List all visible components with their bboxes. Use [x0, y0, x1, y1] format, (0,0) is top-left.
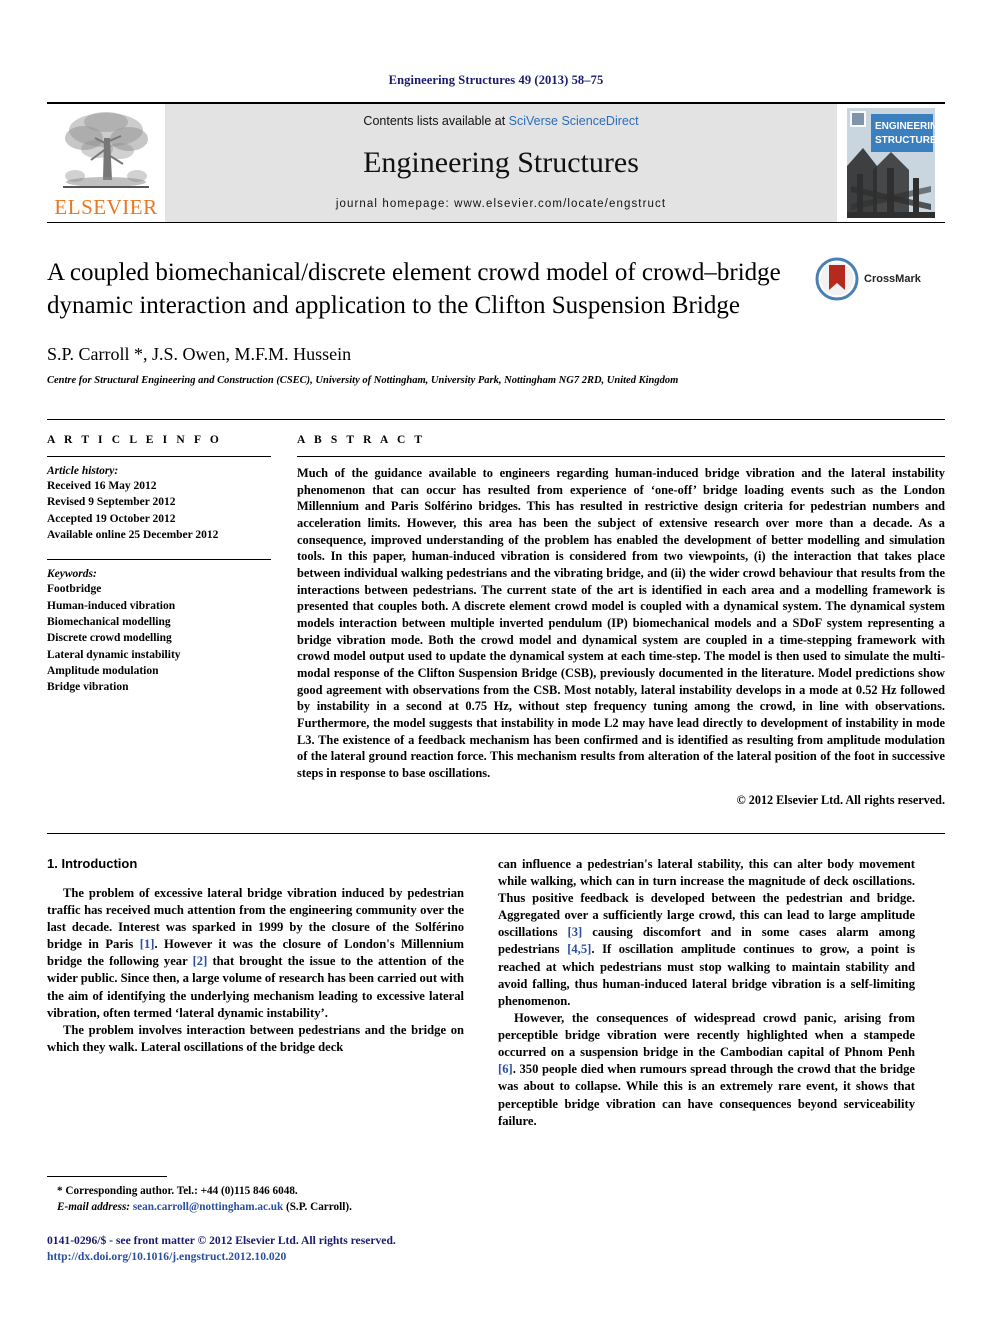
email-suffix: (S.P. Carroll). — [285, 1201, 352, 1214]
keyword-item: Discrete crowd modelling — [47, 632, 172, 645]
abstract-text: Much of the guidance available to engine… — [297, 466, 945, 781]
keyword-item: Bridge vibration — [47, 681, 129, 694]
citation-link-6[interactable]: [6] — [498, 1062, 513, 1076]
citation-link-2[interactable]: [2] — [193, 954, 208, 968]
journal-homepage-link[interactable]: journal homepage: www.elsevier.com/locat… — [336, 198, 666, 210]
keyword-item: Human-induced vibration — [47, 599, 176, 612]
cover-title-line1: ENGINEERING — [875, 121, 935, 132]
email-link[interactable]: sean.carroll@nottingham.ac.uk — [133, 1201, 283, 1213]
contents-prefix: Contents lists available at — [363, 114, 509, 128]
divider — [297, 456, 945, 457]
abstract-copyright: © 2012 Elsevier Ltd. All rights reserved… — [736, 792, 945, 807]
masthead-center: Contents lists available at SciVerse Sci… — [165, 104, 837, 222]
citation-link-1[interactable]: [1] — [140, 937, 155, 951]
history-item: Revised 9 September 2012 — [47, 496, 176, 509]
keyword-item: Footbridge — [47, 583, 102, 596]
email-label: E-mail address: — [57, 1201, 131, 1214]
author-list: S.P. Carroll *, J.S. Owen, M.F.M. Hussei… — [47, 344, 352, 364]
article-info-heading: A R T I C L E I N F O — [47, 434, 222, 446]
info-abstract-section: A R T I C L E I N F O Article history: R… — [47, 419, 945, 808]
corresponding-author-note: * Corresponding author. Tel.: +44 (0)115… — [57, 1185, 298, 1197]
footnote-divider — [47, 1176, 167, 1177]
paragraph: The problem involves interaction between… — [47, 1022, 464, 1054]
page-title: A coupled biomechanical/discrete element… — [47, 259, 781, 319]
citation-link-3[interactable]: [3] — [568, 925, 583, 939]
divider — [47, 559, 271, 561]
journal-cover-thumbnail[interactable]: ENGINEERING STRUCTURES — [837, 104, 945, 222]
divider — [47, 456, 271, 457]
journal-cover-image: ENGINEERING STRUCTURES — [847, 108, 935, 218]
section-title-introduction: 1. Introduction — [47, 855, 138, 871]
affiliation: Centre for Structural Engineering and Co… — [47, 375, 679, 386]
elsevier-wordmark: ELSEVIER — [54, 195, 158, 219]
journal-title: Engineering Structures — [363, 146, 639, 179]
doi-link[interactable]: http://dx.doi.org/10.1016/j.engstruct.20… — [47, 1249, 647, 1265]
keyword-item: Amplitude modulation — [47, 664, 159, 677]
cover-title-line2: STRUCTURES — [875, 135, 935, 146]
contents-available-line: Contents lists available at SciVerse Sci… — [363, 114, 638, 128]
paragraph-text: However, the consequences of widespread … — [498, 1010, 915, 1060]
paragraph: can influence a pedestrian's lateral sta… — [498, 856, 915, 1010]
journal-masthead: ELSEVIER Contents lists available at Sci… — [47, 102, 945, 223]
keywords-label: Keywords: — [47, 568, 97, 581]
article-page: Engineering Structures 49 (2013) 58–75 E… — [0, 0, 992, 1323]
article-history-label: Article history: — [47, 465, 119, 477]
footnote-block: * Corresponding author. Tel.: +44 (0)115… — [47, 1176, 464, 1215]
left-column: 1. Introduction The problem of excessive… — [47, 856, 464, 1130]
abstract-heading: A B S T R A C T — [297, 434, 426, 446]
crossmark-badge[interactable]: CrossMark — [815, 257, 945, 301]
history-item: Available online 25 December 2012 — [47, 528, 219, 541]
citation-link-4-5[interactable]: [4,5] — [567, 942, 591, 956]
paragraph: The problem of excessive lateral bridge … — [47, 885, 464, 1022]
keyword-item: Biomechanical modelling — [47, 615, 171, 628]
history-item: Accepted 19 October 2012 — [47, 512, 176, 525]
paragraph: However, the consequences of widespread … — [498, 1010, 915, 1130]
running-head: Engineering Structures 49 (2013) 58–75 — [388, 73, 604, 87]
elsevier-tree-icon — [63, 112, 149, 188]
introduction-section: 1. Introduction The problem of excessive… — [47, 832, 945, 1130]
page-footer: 0141-0296/$ - see front matter © 2012 El… — [47, 1233, 647, 1265]
sciencedirect-link[interactable]: SciVerse ScienceDirect — [509, 114, 639, 128]
crossmark-icon — [815, 257, 859, 301]
elsevier-logo: ELSEVIER — [47, 104, 165, 222]
history-item: Received 16 May 2012 — [47, 480, 157, 492]
article-info-column: A R T I C L E I N F O Article history: R… — [47, 434, 297, 808]
crossmark-label: CrossMark — [864, 273, 921, 285]
keyword-item: Lateral dynamic instability — [47, 648, 181, 661]
email-note: E-mail address: sean.carroll@nottingham.… — [47, 1199, 464, 1215]
right-column: can influence a pedestrian's lateral sta… — [498, 856, 915, 1130]
title-block: A coupled biomechanical/discrete element… — [47, 257, 945, 386]
issn-copyright-line: 0141-0296/$ - see front matter © 2012 El… — [47, 1234, 396, 1247]
paragraph-text: . 350 people died when rumours spread th… — [498, 1062, 915, 1128]
abstract-column: A B S T R A C T Much of the guidance ava… — [297, 434, 945, 808]
